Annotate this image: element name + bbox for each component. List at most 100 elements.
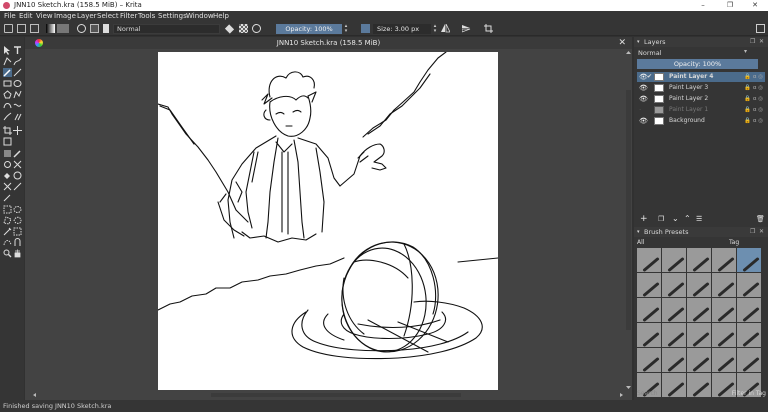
freehand-selection-icon[interactable] xyxy=(13,216,22,225)
move-layer-down-button[interactable]: ⌄ xyxy=(672,213,679,225)
polygonal-selection-icon[interactable] xyxy=(3,216,12,225)
layer-row-background[interactable]: 👁 Background 🔒 α ◎ xyxy=(637,116,765,126)
vertical-scrollbar[interactable] xyxy=(625,50,632,390)
brush-preset-tile[interactable] xyxy=(687,248,711,272)
brush-preset-tile[interactable] xyxy=(687,273,711,297)
brush-preset-tile[interactable] xyxy=(687,323,711,347)
mirror-horizontal-icon[interactable] xyxy=(441,23,451,33)
measure-tool-icon[interactable] xyxy=(13,182,22,191)
freehand-path-tool-icon[interactable] xyxy=(13,101,22,110)
brush-preset-tile[interactable] xyxy=(662,348,686,372)
hidden-eye-icon[interactable]: · xyxy=(639,105,641,115)
collapse-icon[interactable]: ▾ xyxy=(637,37,640,47)
opacity-spin-icon[interactable]: ▴ ▾ xyxy=(343,24,349,34)
transform-tool-icon[interactable] xyxy=(3,137,12,146)
collapse-icon[interactable]: ▾ xyxy=(637,227,640,237)
brush-preset-tile[interactable] xyxy=(662,248,686,272)
pan-tool-icon[interactable] xyxy=(13,249,22,258)
wrap-around-icon[interactable] xyxy=(484,24,493,33)
filter-in-tag-checkbox[interactable]: Filter in Tag xyxy=(732,389,766,398)
add-layer-button[interactable]: + xyxy=(640,213,648,225)
brush-preset-tile[interactable] xyxy=(737,298,761,322)
magnetic-selection-icon[interactable] xyxy=(13,238,22,247)
layer-lock-alpha-icons[interactable]: 🔒 α ◎ xyxy=(744,72,763,82)
brush-preset-tile[interactable] xyxy=(737,323,761,347)
rectangular-selection-icon[interactable] xyxy=(3,205,12,214)
close-document-button[interactable]: ✕ xyxy=(618,37,626,49)
layer-lock-alpha-icons[interactable]: 🔒 α ◎ xyxy=(744,83,763,93)
brush-preset-tile[interactable] xyxy=(637,348,661,372)
close-docker-icon[interactable]: ✕ xyxy=(759,227,764,237)
document-tab[interactable]: JNN10 Sketch.kra (158.5 MiB) ✕ xyxy=(25,37,632,49)
edit-shapes-tool-icon[interactable] xyxy=(3,57,12,66)
brush-presets-icon[interactable] xyxy=(90,24,99,33)
enclose-fill-tool-icon[interactable] xyxy=(13,171,22,180)
colorize-mask-tool-icon[interactable] xyxy=(3,160,12,169)
menu-file[interactable]: File xyxy=(4,12,16,20)
brush-preset-tile[interactable] xyxy=(687,348,711,372)
mirror-vertical-icon[interactable] xyxy=(461,24,471,33)
calligraphy-tool-icon[interactable] xyxy=(13,57,22,66)
dynamic-brush-tool-icon[interactable] xyxy=(3,112,12,121)
smart-patch-tool-icon[interactable] xyxy=(13,160,22,169)
drawing-canvas[interactable] xyxy=(157,51,499,390)
blend-mode-select[interactable]: Normal xyxy=(113,24,220,34)
crop-tool-icon[interactable] xyxy=(3,126,12,135)
size-spin-icon[interactable]: ▴ ▾ xyxy=(432,24,438,34)
gradient-swatch-icon[interactable] xyxy=(46,24,55,33)
brush-preset-tile[interactable] xyxy=(712,273,736,297)
brush-preset-tile[interactable] xyxy=(737,248,761,272)
visibility-eye-icon[interactable]: 👁 xyxy=(639,83,648,93)
multibrush-tool-icon[interactable] xyxy=(13,112,22,121)
move-layer-up-button[interactable]: ⌃ xyxy=(684,213,691,225)
menu-settings[interactable]: Settings xyxy=(158,12,187,20)
brush-preset-tile[interactable] xyxy=(662,273,686,297)
move-tool-icon[interactable] xyxy=(13,126,22,135)
menu-image[interactable]: Image xyxy=(54,12,76,20)
line-tool-icon[interactable] xyxy=(13,68,22,77)
layer-lock-alpha-icons[interactable]: 🔒 α ◎ xyxy=(744,94,763,104)
brush-preset-tile[interactable] xyxy=(637,298,661,322)
layer-properties-button[interactable]: ☰ xyxy=(696,213,702,225)
dock-toggle-icon[interactable] xyxy=(756,24,765,33)
layer-lock-alpha-icons[interactable]: 🔒 α ◎ xyxy=(744,105,763,115)
brush-preset-tile[interactable] xyxy=(687,298,711,322)
edit-brush-settings-icon[interactable] xyxy=(77,24,86,33)
opacity-slider[interactable]: Opacity: 100% xyxy=(276,24,342,34)
menu-view[interactable]: View xyxy=(36,12,53,20)
float-docker-icon[interactable]: ❐ xyxy=(750,37,755,47)
maximize-button[interactable]: ❐ xyxy=(717,0,743,11)
duplicate-layer-button[interactable]: ❐ xyxy=(658,213,664,225)
layer-row-paint-layer-2[interactable]: 👁 Paint Layer 2 🔒 α ◎ xyxy=(637,94,765,104)
rectangle-tool-icon[interactable] xyxy=(3,79,12,88)
brush-preset-tile[interactable] xyxy=(637,273,661,297)
brush-preset-tile[interactable] xyxy=(637,248,661,272)
menu-select[interactable]: Select xyxy=(97,12,119,20)
brush-preset-tile[interactable] xyxy=(662,323,686,347)
layer-opacity-slider[interactable]: Opacity: 100% xyxy=(637,59,758,69)
new-document-icon[interactable] xyxy=(4,24,13,33)
color-picker-tool-icon[interactable] xyxy=(13,149,22,158)
brush-preset-tile[interactable] xyxy=(637,323,661,347)
brush-size-slider[interactable]: Size: 3.00 px xyxy=(373,24,431,34)
polyline-tool-icon[interactable] xyxy=(13,90,22,99)
layer-blend-mode-select[interactable]: Normal xyxy=(637,48,752,58)
menu-layer[interactable]: Layer xyxy=(77,12,97,20)
layer-row-paint-layer-1[interactable]: · Paint Layer 1 🔒 α ◎ xyxy=(637,105,765,115)
brush-preset-tile[interactable] xyxy=(737,273,761,297)
layer-row-paint-layer-4[interactable]: 👁 ✔ Paint Layer 4 🔒 α ◎ xyxy=(637,72,765,82)
brush-preset-tile[interactable] xyxy=(712,348,736,372)
zoom-tool-icon[interactable] xyxy=(3,249,12,258)
menu-window[interactable]: Window xyxy=(186,12,214,20)
open-document-icon[interactable] xyxy=(17,24,26,33)
horizontal-scrollbar[interactable] xyxy=(31,392,625,398)
brush-preset-tile[interactable] xyxy=(737,348,761,372)
eraser-mode-icon[interactable] xyxy=(224,24,235,34)
visibility-eye-icon[interactable]: 👁 xyxy=(639,116,648,126)
layer-lock-alpha-icons[interactable]: 🔒 α ◎ xyxy=(744,116,763,126)
gradient-tool-icon[interactable] xyxy=(3,149,12,158)
brush-preset-tile[interactable] xyxy=(712,248,736,272)
bezier-tool-icon[interactable] xyxy=(3,101,12,110)
brush-preset-tile[interactable] xyxy=(712,323,736,347)
fill-tool-icon[interactable] xyxy=(3,171,12,180)
